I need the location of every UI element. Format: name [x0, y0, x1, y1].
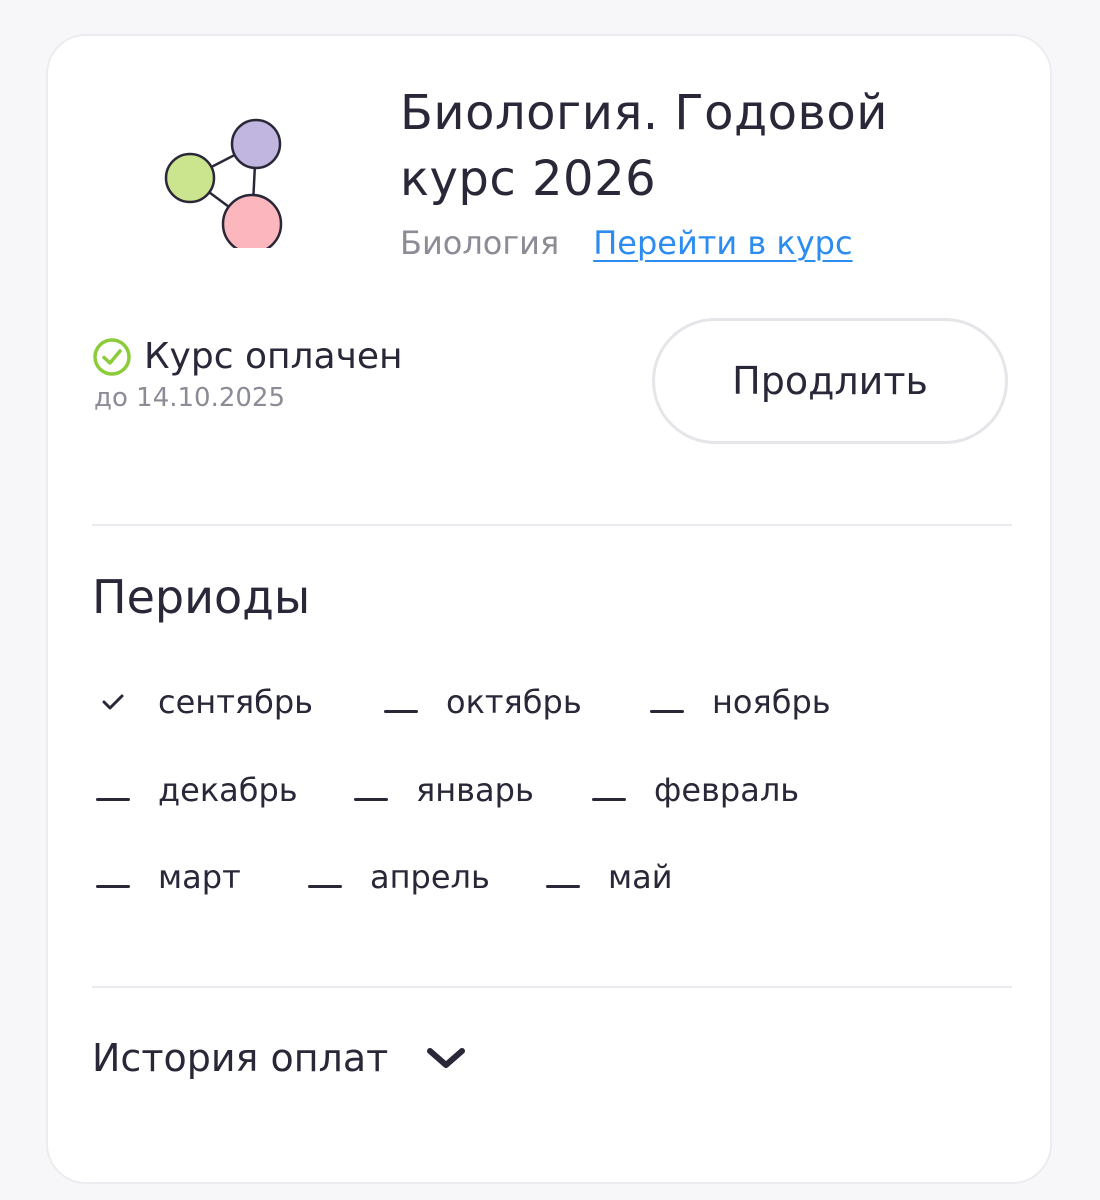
period-label: декабрь [158, 771, 298, 809]
payment-status: Курс оплачен до 14.10.2025 [92, 336, 403, 413]
course-meta: Биология Перейти в курс [400, 224, 853, 262]
paid-until-date: до 14.10.2025 [94, 383, 286, 413]
period-label: май [608, 858, 673, 896]
molecule-icon [164, 118, 283, 248]
dash-icon [650, 683, 684, 721]
course-card: Биология. Годовой курс 2026 Биология Пер… [46, 34, 1052, 1184]
periods-heading: Периоды [92, 570, 311, 624]
period-item: сентябрь [96, 682, 313, 722]
period-label: ноябрь [712, 683, 831, 721]
period-item: ноябрь [650, 682, 831, 722]
divider [92, 524, 1012, 526]
period-label: март [158, 858, 241, 896]
dash-icon [546, 858, 580, 896]
dash-icon [592, 771, 626, 809]
status-line: Курс оплачен [92, 336, 403, 377]
period-item: март [96, 857, 241, 897]
period-label: январь [416, 771, 534, 809]
period-item: декабрь [96, 770, 298, 810]
period-item: октябрь [384, 682, 582, 722]
go-to-course-link[interactable]: Перейти в курс [593, 224, 852, 262]
dash-icon [308, 858, 342, 896]
period-label: октябрь [446, 683, 582, 721]
period-label: апрель [370, 858, 490, 896]
dash-icon [96, 771, 130, 809]
payment-history-label: История оплат [92, 1036, 389, 1080]
divider [92, 986, 1012, 988]
course-title: Биология. Годовой курс 2026 [400, 85, 888, 207]
period-item: май [546, 857, 673, 897]
payment-history-toggle[interactable]: История оплат [92, 1036, 468, 1080]
check-circle-icon [93, 337, 131, 376]
dash-icon [96, 858, 130, 896]
period-label: февраль [654, 771, 800, 809]
chevron-down-icon [427, 1048, 466, 1068]
dash-icon [384, 683, 418, 721]
dash-icon [354, 771, 388, 809]
period-item: апрель [308, 857, 490, 897]
course-subject: Биология [400, 224, 560, 262]
period-label: сентябрь [158, 683, 313, 721]
period-item: январь [354, 770, 534, 810]
extend-button[interactable]: Продлить [652, 318, 1008, 444]
status-label: Курс оплачен [144, 336, 403, 377]
period-item: февраль [592, 770, 799, 810]
checkmark-icon [102, 694, 124, 710]
